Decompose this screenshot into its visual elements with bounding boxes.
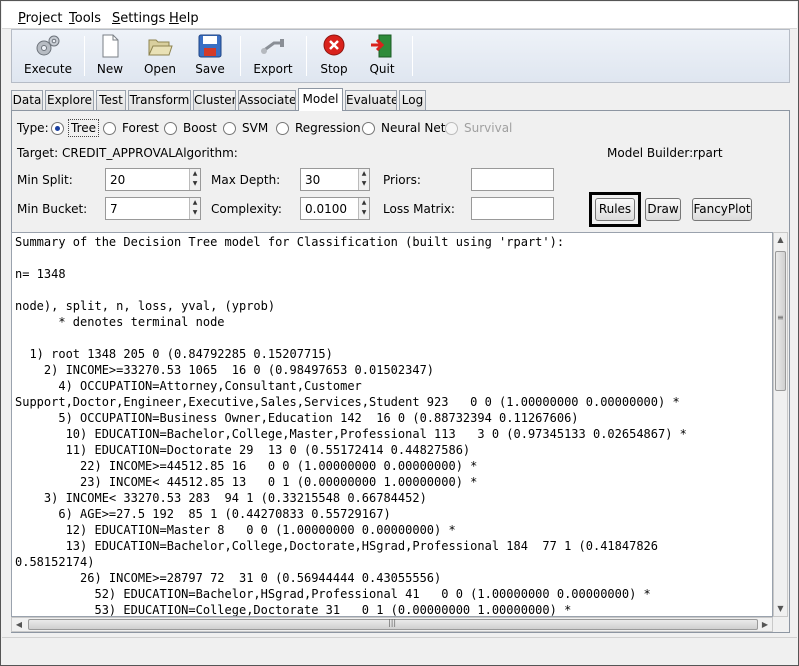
algorithm-label: Algorithm: <box>175 146 238 160</box>
min-split-spinner[interactable]: 20 ▲ ▼ <box>105 168 201 191</box>
grip-icon: ||| <box>388 618 397 627</box>
menu-help[interactable]: Help <box>169 11 199 26</box>
radio-svm-label[interactable]: SVM <box>242 121 268 135</box>
scroll-up-icon[interactable]: ▲ <box>774 233 787 247</box>
quit-button[interactable]: Quit <box>364 34 400 80</box>
spinner-arrows-icon[interactable]: ▲ ▼ <box>189 169 200 190</box>
menu-settings[interactable]: Settings <box>112 11 165 26</box>
priors-label: Priors: <box>383 173 421 187</box>
model-summary-text: Summary of the Decision Tree model for C… <box>15 235 687 617</box>
radio-neural-net-label[interactable]: Neural Net <box>381 121 445 135</box>
radio-neural-net[interactable] <box>362 122 375 135</box>
new-file-icon <box>97 34 123 58</box>
radio-svm[interactable] <box>223 122 236 135</box>
vertical-scrollbar[interactable]: ▲ ≡ ▼ <box>773 232 788 617</box>
stop-icon <box>321 34 347 58</box>
spinner-arrows-icon[interactable]: ▲ ▼ <box>189 198 200 219</box>
priors-input[interactable] <box>471 168 554 191</box>
app-window: Project Tools Settings Help Execute New … <box>0 0 799 666</box>
spinner-arrows-icon[interactable]: ▲ ▼ <box>358 169 369 190</box>
floppy-disk-icon <box>197 34 223 58</box>
complexity-label: Complexity: <box>211 202 282 216</box>
min-bucket-label: Min Bucket: <box>17 202 88 216</box>
radio-regression[interactable] <box>276 122 289 135</box>
spinner-arrows-icon[interactable]: ▲ ▼ <box>358 198 369 219</box>
target-label: Target: CREDIT_APPROVAL <box>17 146 175 160</box>
radio-survival <box>445 122 458 135</box>
radio-tree-label[interactable]: Tree <box>68 119 100 137</box>
scroll-down-icon[interactable]: ▼ <box>774 602 787 616</box>
export-button[interactable]: Export <box>250 34 296 80</box>
menu-project[interactable]: Project <box>18 11 63 26</box>
radio-boost-label[interactable]: Boost <box>183 121 217 135</box>
folder-open-icon <box>147 34 173 58</box>
toolbar: Execute New Open Save Export Stop Quit <box>11 29 790 83</box>
new-button[interactable]: New <box>92 34 128 80</box>
horizontal-scrollbar[interactable]: ◀ ||| ▶ <box>11 617 773 632</box>
model-builder-label: Model Builder: <box>607 146 694 160</box>
tab-explore[interactable]: Explore <box>45 90 94 110</box>
tab-evaluate[interactable]: Evaluate <box>345 90 397 110</box>
toolbar-separator <box>306 36 307 76</box>
scroll-right-icon[interactable]: ▶ <box>758 618 772 631</box>
max-depth-spinner[interactable]: 30 ▲ ▼ <box>300 168 370 191</box>
tab-transform[interactable]: Transform <box>128 90 191 110</box>
export-icon <box>260 34 286 58</box>
toolbar-separator <box>412 36 413 76</box>
tab-log[interactable]: Log <box>399 90 426 110</box>
execute-button[interactable]: Execute <box>22 34 74 80</box>
stop-button[interactable]: Stop <box>316 34 352 80</box>
loss-matrix-input[interactable] <box>471 197 554 220</box>
model-builder-value: rpart <box>693 146 723 160</box>
tab-associate[interactable]: Associate <box>238 90 296 110</box>
max-depth-label: Max Depth: <box>211 173 281 187</box>
menu-bar: Project Tools Settings Help <box>2 2 797 29</box>
tab-bar: Data Explore Test Transform Cluster Asso… <box>11 88 790 111</box>
min-bucket-spinner[interactable]: 7 ▲ ▼ <box>105 197 201 220</box>
tab-model[interactable]: Model <box>298 88 343 111</box>
radio-forest-label[interactable]: Forest <box>122 121 159 135</box>
model-summary-textview[interactable]: Summary of the Decision Tree model for C… <box>11 232 773 617</box>
scroll-left-icon[interactable]: ◀ <box>12 618 26 631</box>
draw-button[interactable]: Draw <box>645 198 681 221</box>
gears-icon <box>35 34 61 58</box>
loss-matrix-label: Loss Matrix: <box>383 202 455 216</box>
tab-data[interactable]: Data <box>11 90 43 110</box>
status-bar <box>2 637 797 664</box>
exit-door-icon <box>369 34 395 58</box>
fancyplot-button[interactable]: FancyPlot <box>692 198 752 221</box>
tab-test[interactable]: Test <box>96 90 126 110</box>
radio-boost[interactable] <box>164 122 177 135</box>
type-label: Type: <box>17 121 49 135</box>
tab-cluster[interactable]: Cluster <box>193 90 236 110</box>
radio-survival-label: Survival <box>464 121 513 135</box>
grip-icon: ≡ <box>777 313 784 322</box>
radio-forest[interactable] <box>103 122 116 135</box>
toolbar-separator <box>240 36 241 76</box>
complexity-spinner[interactable]: 0.0100 ▲ ▼ <box>300 197 370 220</box>
rules-button[interactable]: Rules <box>595 198 635 221</box>
radio-tree[interactable] <box>51 122 64 135</box>
toolbar-separator <box>84 36 85 76</box>
save-button[interactable]: Save <box>192 34 228 80</box>
min-split-label: Min Split: <box>17 173 73 187</box>
open-button[interactable]: Open <box>140 34 180 80</box>
radio-regression-label[interactable]: Regression <box>295 121 361 135</box>
menu-tools[interactable]: Tools <box>69 11 101 26</box>
